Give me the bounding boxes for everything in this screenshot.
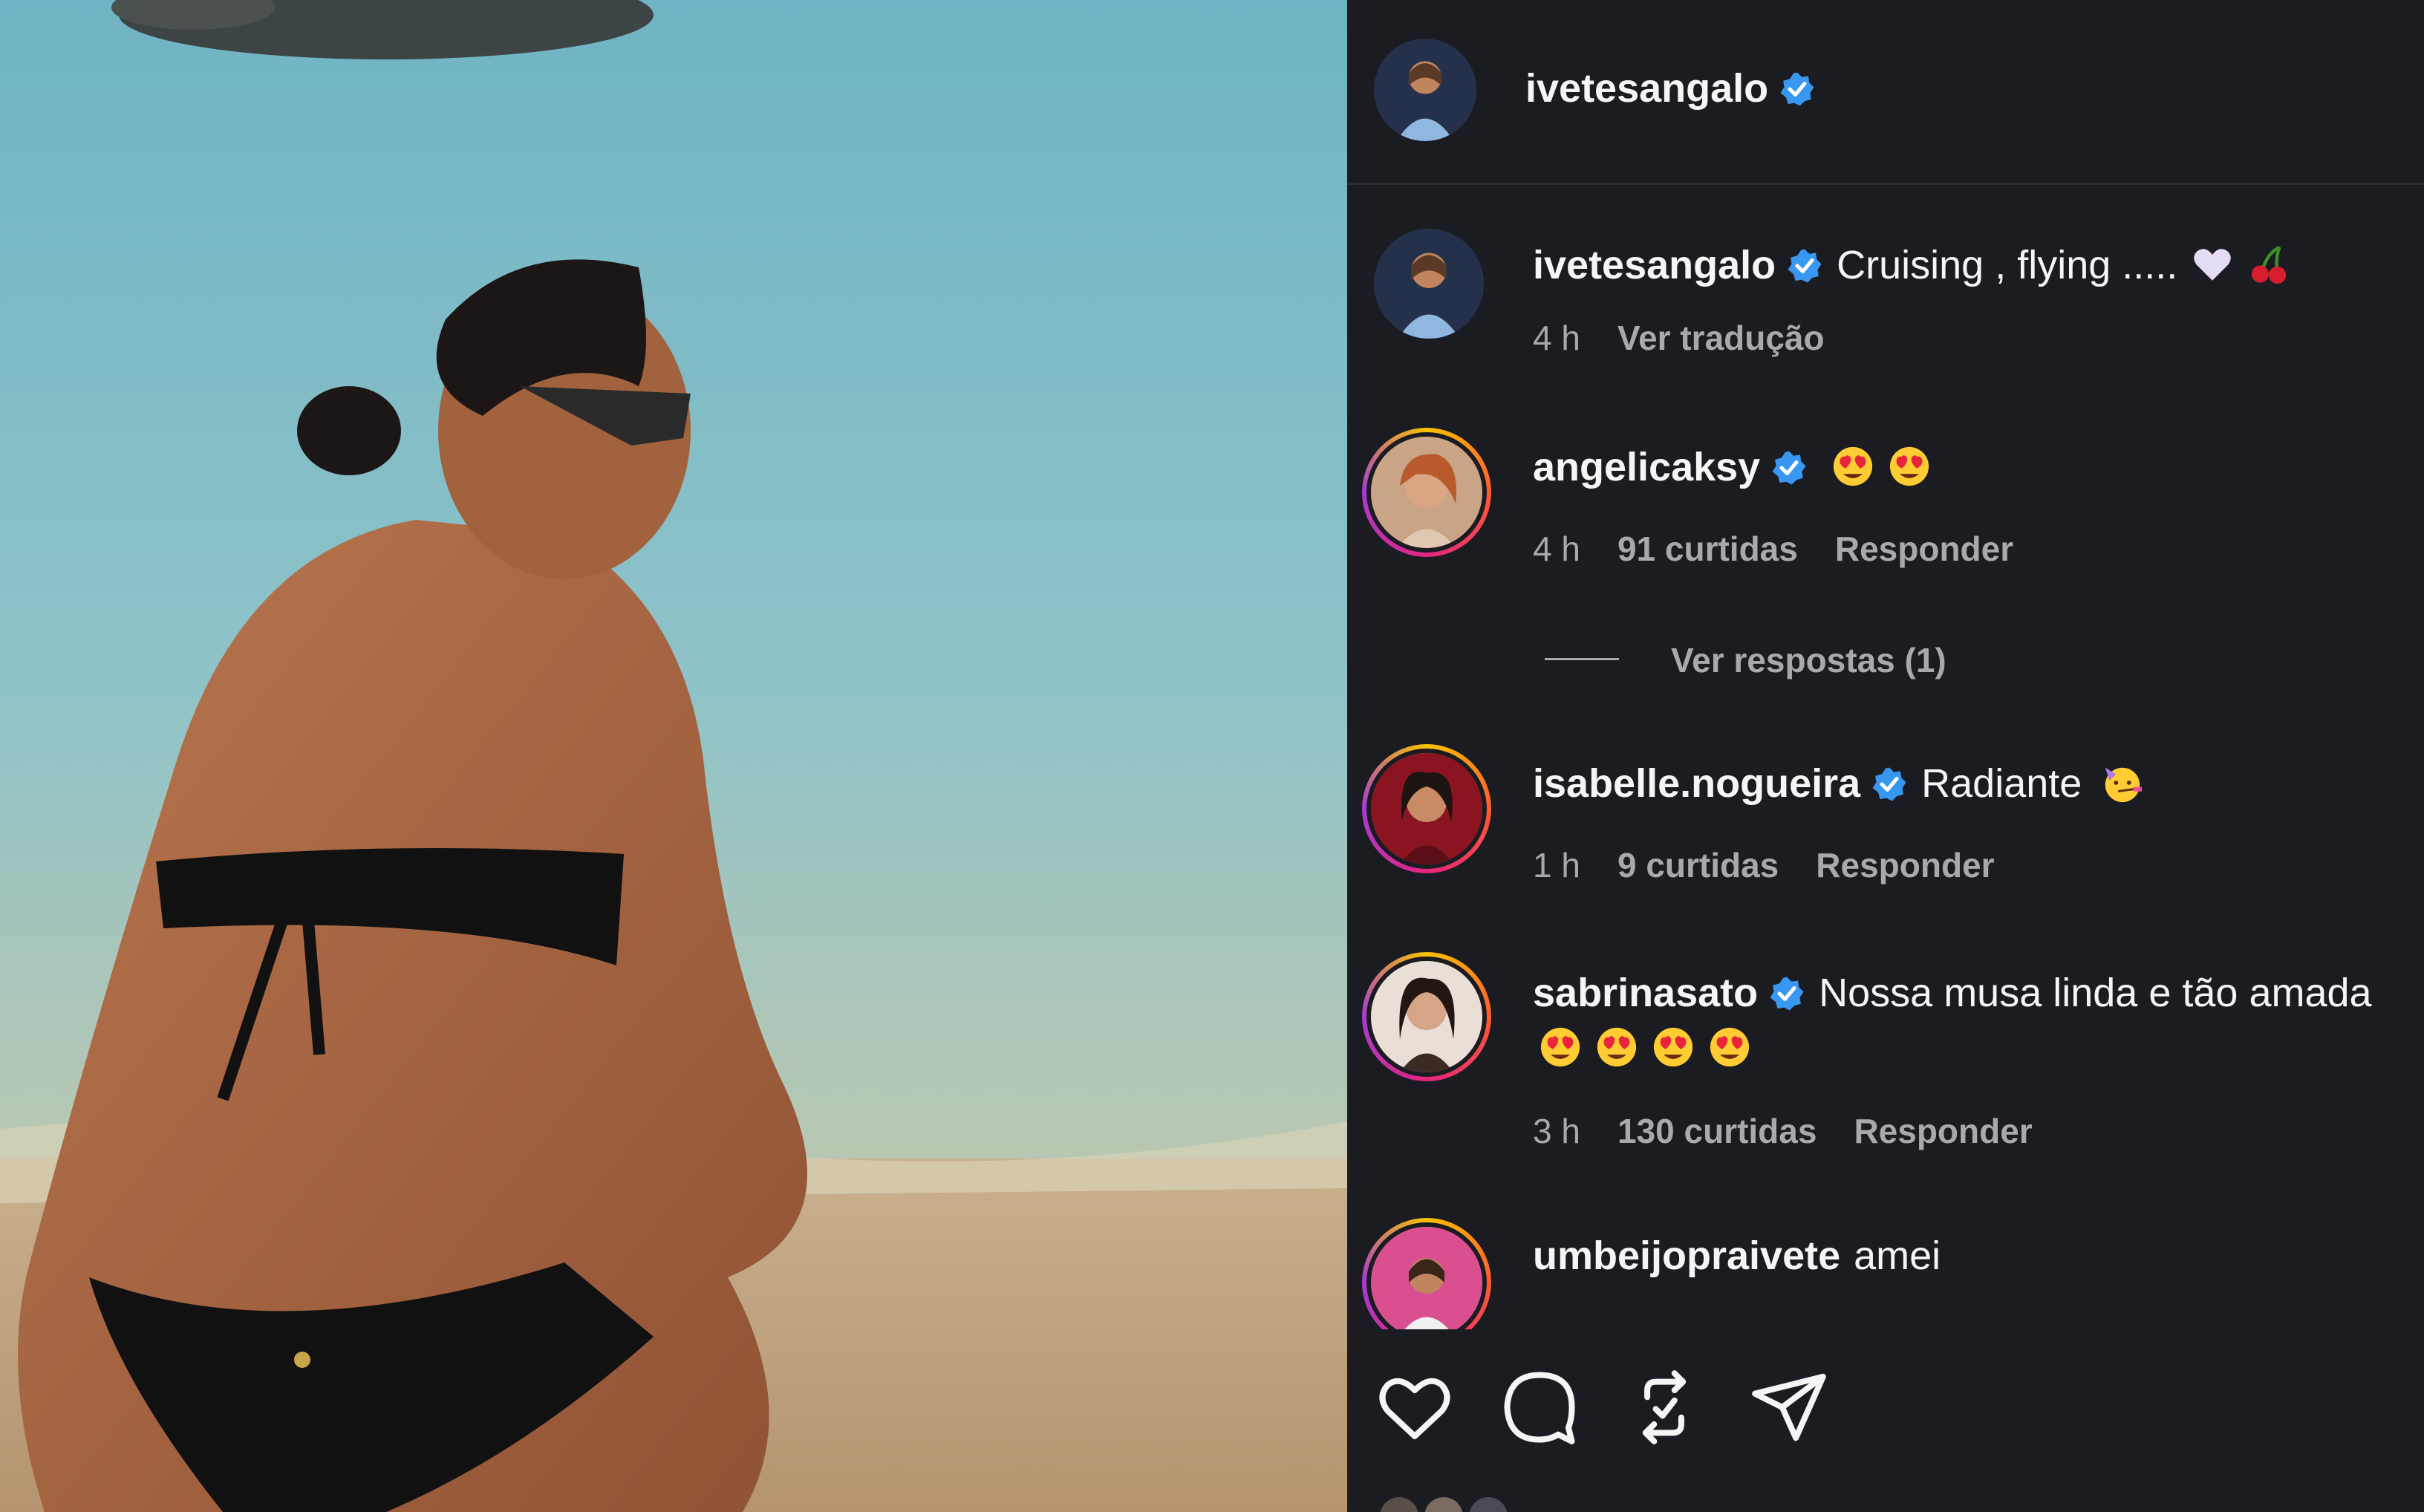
comment-text: amei	[1854, 1234, 1941, 1278]
replies-divider	[1545, 658, 1619, 660]
partying-face-icon	[2101, 761, 2144, 804]
reply-button[interactable]: Responder	[1854, 1112, 2032, 1150]
comment-meta: 4 h 91 curtidas Responder	[1533, 529, 2013, 569]
header-username[interactable]: ivetesangalo	[1525, 65, 1816, 111]
comment-meta: 3 h 130 curtidas Responder	[1533, 1111, 2033, 1151]
comments-panel: ivetesangalo ivetesangalo Cruising , flyi…	[1347, 0, 2424, 1512]
reply-button[interactable]: Responder	[1835, 529, 2013, 568]
verified-icon	[1768, 975, 1805, 1012]
comment-username-text[interactable]: umbeijopraivete	[1533, 1234, 1840, 1278]
comment-username[interactable]: angelicaksy	[1533, 444, 1931, 490]
heart-eyes-icon	[1831, 445, 1874, 488]
comment-likes[interactable]: 91 curtidas	[1617, 529, 1798, 568]
caption-time: 4 h	[1533, 319, 1580, 357]
caption-text: Cruising , flying .....	[1837, 243, 2178, 287]
comment-avatar[interactable]	[1362, 428, 1491, 557]
comment-avatar[interactable]	[1362, 952, 1491, 1081]
post-header: ivetesangalo	[1347, 0, 2424, 185]
caption-author[interactable]: ivetesangalo Cruising , flying .....	[1533, 242, 2290, 288]
heart-eyes-icon	[1539, 1026, 1582, 1069]
heart-eyes-icon	[1595, 1026, 1638, 1069]
comment-text: Radiante	[1921, 761, 2082, 806]
comment-likes[interactable]: 9 curtidas	[1617, 846, 1779, 884]
comment-username-text[interactable]: angelicaksy	[1533, 445, 1760, 489]
comment-icon[interactable]	[1499, 1366, 1580, 1448]
caption-meta: 4 h Ver tradução	[1533, 318, 1825, 358]
heart-eyes-icon	[1888, 445, 1931, 488]
white-heart-icon	[2191, 243, 2234, 286]
heart-eyes-icon	[1708, 1026, 1751, 1069]
comment-username[interactable]: sabrinasato Nossa musa linda e tão amada	[1533, 970, 2372, 1016]
view-replies-button[interactable]: Ver respostas (1)	[1671, 640, 1946, 680]
repost-icon[interactable]	[1623, 1366, 1705, 1448]
comment-avatar[interactable]	[1362, 1218, 1491, 1329]
verified-icon	[1779, 71, 1816, 108]
comment-username-text[interactable]: sabrinasato	[1533, 971, 1758, 1015]
caption-avatar[interactable]	[1374, 229, 1484, 339]
verified-icon	[1871, 766, 1908, 803]
comment-time: 1 h	[1533, 846, 1580, 884]
comment-likes[interactable]: 130 curtidas	[1617, 1112, 1817, 1150]
comment-avatar[interactable]	[1362, 744, 1491, 873]
author-avatar[interactable]	[1374, 39, 1476, 141]
comment-meta: 1 h 9 curtidas Responder	[1533, 845, 1995, 885]
comment-username[interactable]: isabelle.nogueira Radiante	[1533, 760, 2144, 806]
heart-eyes-icon	[1652, 1026, 1695, 1069]
comment-time: 4 h	[1533, 529, 1580, 568]
heart-icon[interactable]	[1374, 1366, 1456, 1448]
reply-button[interactable]: Responder	[1816, 846, 1994, 884]
share-icon[interactable]	[1748, 1366, 1830, 1448]
comment-list[interactable]: ivetesangalo Cruising , flying ..... 4 h V…	[1347, 186, 2424, 1329]
liker-avatars[interactable]	[1377, 1494, 1540, 1512]
translate-button[interactable]: Ver tradução	[1617, 319, 1825, 357]
comment-text: Nossa musa linda e tão amada	[1819, 971, 2372, 1015]
comment-emoji-row	[1533, 1025, 1751, 1071]
cherries-icon	[2247, 243, 2290, 286]
comment-username-text[interactable]: isabelle.nogueira	[1533, 761, 1860, 806]
verified-icon	[1770, 449, 1808, 486]
post-photo	[0, 0, 1347, 1512]
caption-author-text[interactable]: ivetesangalo	[1533, 243, 1776, 287]
comment-time: 3 h	[1533, 1112, 1580, 1150]
action-bar	[1347, 1329, 2424, 1512]
verified-icon	[1786, 247, 1823, 284]
header-username-text[interactable]: ivetesangalo	[1525, 66, 1768, 111]
comment-username[interactable]: umbeijopraivete amei	[1533, 1233, 1941, 1279]
